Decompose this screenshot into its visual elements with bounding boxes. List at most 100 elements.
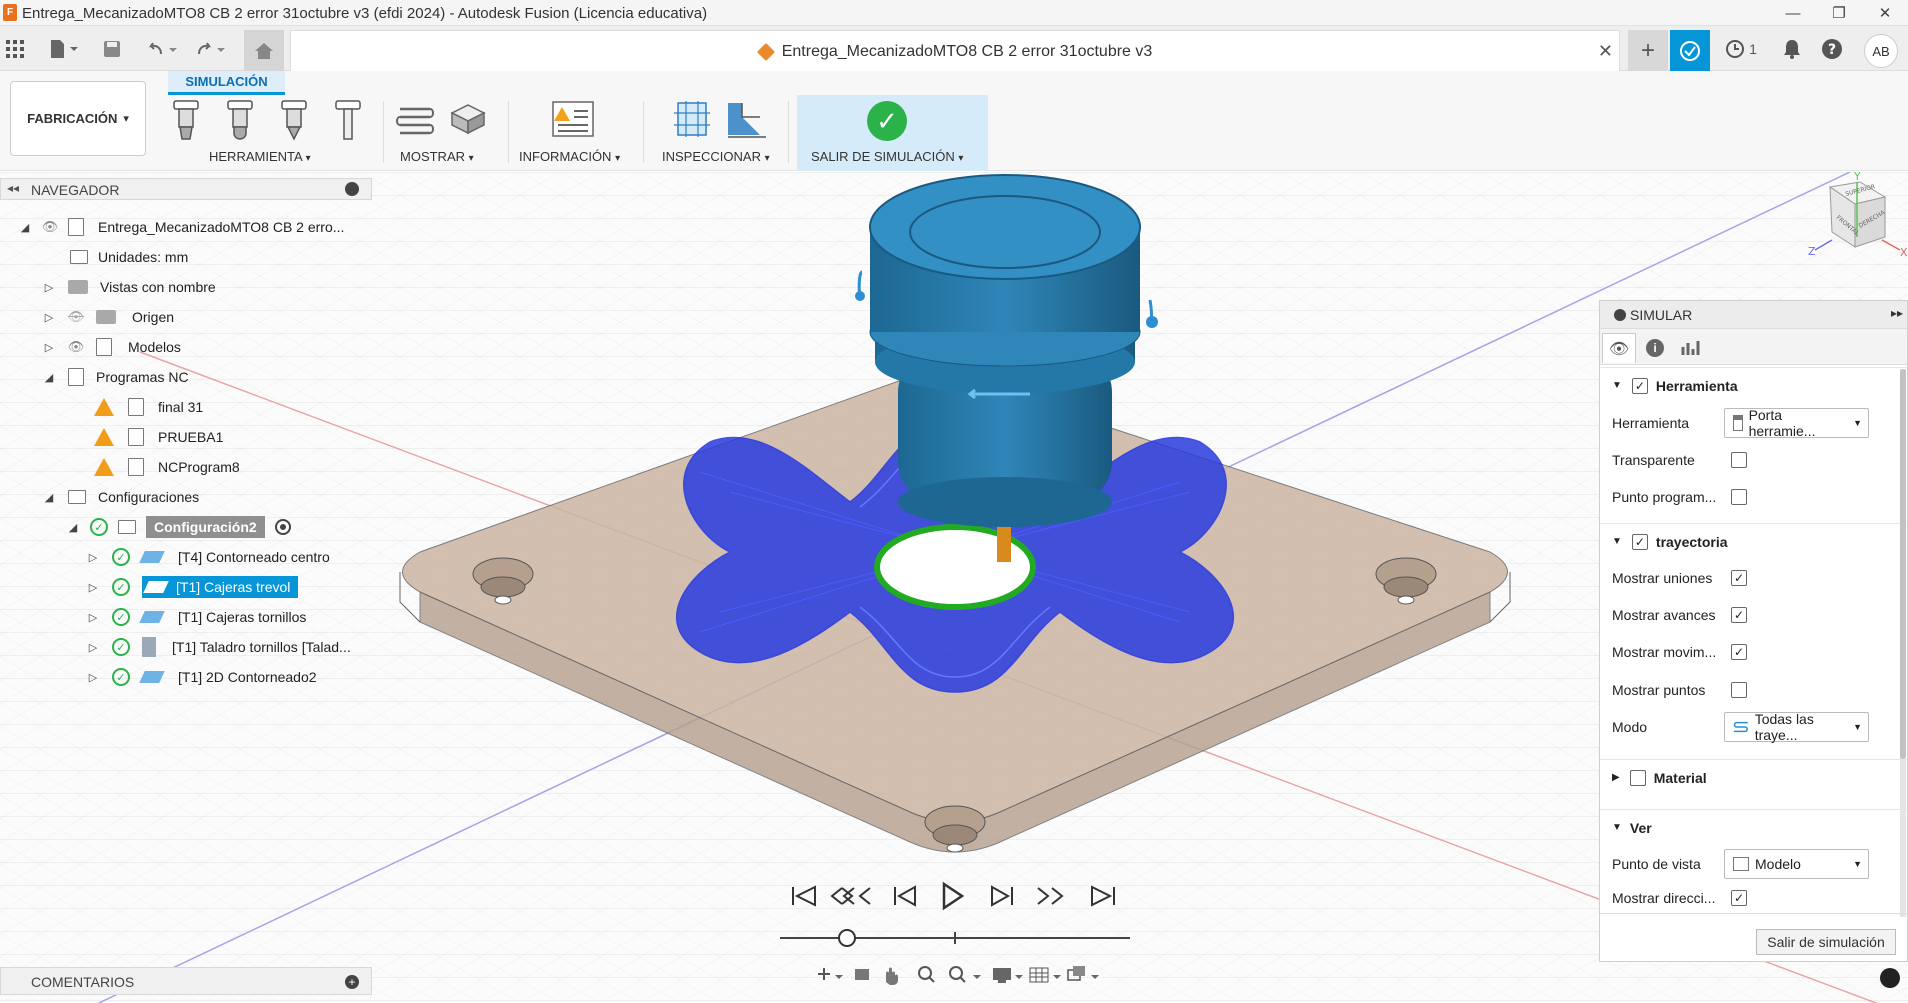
extensions-icon[interactable] <box>1670 30 1710 71</box>
tool-display-dropdown[interactable]: Porta herramie... ▼ <box>1724 407 1869 439</box>
nc-program-item[interactable]: final 31 <box>94 392 203 422</box>
eye-icon[interactable]: 👁 <box>40 219 60 235</box>
collapse-triangle-icon[interactable]: ▼ <box>1612 536 1622 547</box>
section-material[interactable]: ▶ Material <box>1600 759 1907 795</box>
show-rapids-checkbox[interactable]: ✓ <box>1731 644 1747 660</box>
program-point-checkbox[interactable] <box>1731 489 1747 505</box>
save-icon[interactable] <box>100 35 124 63</box>
measure-icon[interactable] <box>672 99 712 139</box>
toolpath-section-checkbox[interactable]: ✓ <box>1631 533 1648 550</box>
tree-item-named-views[interactable]: ▷ Vistas con nombre <box>42 272 216 302</box>
operation-item[interactable]: ▷ ✓ [T1] Cajeras tornillos <box>86 602 310 632</box>
viewpoint-dropdown[interactable]: Modelo ▼ <box>1724 849 1869 879</box>
collapse-triangle-icon[interactable]: ◢ <box>18 221 32 234</box>
flat-end-mill-icon[interactable] <box>172 99 200 141</box>
section-analysis-icon[interactable] <box>724 99 768 139</box>
tree-item-setup[interactable]: ◢ ✓ Configuración2 <box>66 512 291 542</box>
expand-panel-icon[interactable]: ▸▸ <box>1891 306 1903 320</box>
operation-item[interactable]: ▷ ✓ [T1] 2D Contorneado2 <box>86 662 321 692</box>
expand-triangle-icon[interactable]: ▶ <box>1612 772 1620 783</box>
show-links-checkbox[interactable]: ✓ <box>1731 570 1747 586</box>
expand-triangle-icon[interactable]: ▷ <box>42 311 56 324</box>
activate-radio-icon[interactable] <box>274 519 291 535</box>
look-at-icon[interactable] <box>855 969 869 980</box>
section-tool[interactable]: ▼ ✓ Herramienta <box>1600 367 1907 403</box>
eye-icon[interactable]: 👁 <box>66 339 86 355</box>
comments-panel-header[interactable]: COMENTARIOS + <box>0 967 372 995</box>
exit-simulation-button[interactable]: Salir de simulación <box>1756 929 1896 955</box>
expand-triangle-icon[interactable]: ▷ <box>86 551 100 564</box>
expand-triangle-icon[interactable]: ▷ <box>42 341 56 354</box>
group-herramienta[interactable]: HERRAMIENTA ▾ <box>209 149 311 164</box>
tree-item-nc-programs[interactable]: ◢ Programas NC <box>42 362 189 392</box>
data-panel-grid-icon[interactable] <box>4 35 26 63</box>
collapse-triangle-icon[interactable]: ▼ <box>1612 822 1622 833</box>
tab-simulacion[interactable]: SIMULACIÓN <box>168 71 285 95</box>
info-warning-report-icon[interactable] <box>552 101 594 137</box>
show-direction-checkbox[interactable]: ✓ <box>1731 890 1747 906</box>
section-view[interactable]: ▼ Ver <box>1600 809 1907 845</box>
file-menu-icon[interactable] <box>44 35 82 63</box>
expand-triangle-icon[interactable]: ▷ <box>86 641 100 654</box>
document-tab[interactable]: Entrega_MecanizadoMTO8 CB 2 error 31octu… <box>290 30 1620 71</box>
tab-display-eye-icon[interactable]: 👁 <box>1602 333 1636 363</box>
expand-triangle-icon[interactable]: ▷ <box>86 611 100 624</box>
show-feeds-checkbox[interactable]: ✓ <box>1731 607 1747 623</box>
group-mostrar[interactable]: MOSTRAR ▾ <box>400 149 474 164</box>
nc-program-item[interactable]: PRUEBA1 <box>94 422 223 452</box>
tab-statistics-icon[interactable] <box>1674 333 1708 363</box>
operation-item[interactable]: ▷ ✓ [T1] Taladro tornillos [Talad... <box>86 632 355 662</box>
collapse-triangle-icon[interactable]: ◢ <box>66 521 80 534</box>
maximize-button[interactable]: ❐ <box>1816 0 1862 26</box>
transparent-checkbox[interactable] <box>1731 452 1747 468</box>
help-icon[interactable]: ? <box>1818 35 1846 63</box>
redo-icon[interactable] <box>192 35 230 63</box>
collapse-panel-icon[interactable] <box>1614 309 1626 321</box>
collapse-triangle-icon[interactable]: ◢ <box>42 371 56 384</box>
job-status-button[interactable]: 1 <box>1716 35 1766 63</box>
notifications-bell-icon[interactable] <box>1778 35 1806 63</box>
bull-nose-mill-icon[interactable] <box>226 99 254 141</box>
toolpath-lines-icon[interactable] <box>396 101 434 139</box>
expand-triangle-icon[interactable]: ▷ <box>86 581 100 594</box>
exit-simulation-group[interactable]: ✓ SALIR DE SIMULACIÓN ▾ <box>797 95 988 171</box>
material-section-checkbox[interactable] <box>1629 769 1646 786</box>
holder-icon[interactable] <box>334 99 362 141</box>
eye-hidden-icon[interactable]: 👁 <box>66 309 86 325</box>
feedback-icon[interactable] <box>1880 968 1900 988</box>
close-tab-button[interactable]: ✕ <box>1598 41 1613 62</box>
expand-triangle-icon[interactable]: ▷ <box>42 281 56 294</box>
tab-info-icon[interactable]: i <box>1638 333 1672 363</box>
minimize-button[interactable]: — <box>1770 0 1816 26</box>
operation-item[interactable]: ▷ ✓ [T4] Contorneado centro <box>86 542 334 572</box>
stock-block-icon[interactable] <box>448 101 488 139</box>
operation-item-selected[interactable]: ▷ ✓ [T1] Cajeras trevol <box>86 572 299 602</box>
collapse-navigator-icon[interactable]: ◂◂ <box>7 181 19 195</box>
expand-triangle-icon[interactable]: ▷ <box>86 671 100 684</box>
mode-dropdown[interactable]: Todas las traye... ▼ <box>1724 711 1869 743</box>
undo-icon[interactable] <box>144 35 182 63</box>
group-inspeccionar[interactable]: INSPECCIONAR ▾ <box>662 149 770 164</box>
group-informacion[interactable]: INFORMACIÓN ▾ <box>519 149 620 164</box>
home-icon[interactable] <box>244 30 284 71</box>
tool-section-checkbox[interactable]: ✓ <box>1631 377 1648 394</box>
tree-item-models[interactable]: ▷ 👁 Modelos <box>42 332 181 362</box>
collapse-triangle-icon[interactable]: ◢ <box>42 491 56 504</box>
workspace-switcher[interactable]: FABRICACIÓN ▾ <box>10 81 146 156</box>
add-comment-icon[interactable]: + <box>345 975 359 989</box>
collapse-triangle-icon[interactable]: ▼ <box>1612 380 1622 391</box>
panel-scrollbar[interactable] <box>1900 369 1906 917</box>
simulate-panel-header[interactable]: SIMULAR ▸▸ <box>1600 301 1907 329</box>
timeline-thumb[interactable] <box>838 929 856 947</box>
chamfer-mill-icon[interactable] <box>280 99 308 141</box>
tree-root[interactable]: ◢ 👁 Entrega_MecanizadoMTO8 CB 2 erro... <box>18 212 378 242</box>
pin-icon[interactable] <box>345 182 359 196</box>
new-tab-button[interactable]: + <box>1628 30 1668 71</box>
tree-item-units[interactable]: Unidades: mm <box>70 242 188 272</box>
tree-item-origin[interactable]: ▷ 👁 Origen <box>42 302 174 332</box>
browser-navigator-header[interactable]: ◂◂ NAVEGADOR <box>0 178 372 200</box>
tree-item-setups[interactable]: ◢ Configuraciones <box>42 482 199 512</box>
close-window-button[interactable]: ✕ <box>1862 0 1908 26</box>
show-points-checkbox[interactable] <box>1731 682 1747 698</box>
nc-program-item[interactable]: NCProgram8 <box>94 452 240 482</box>
